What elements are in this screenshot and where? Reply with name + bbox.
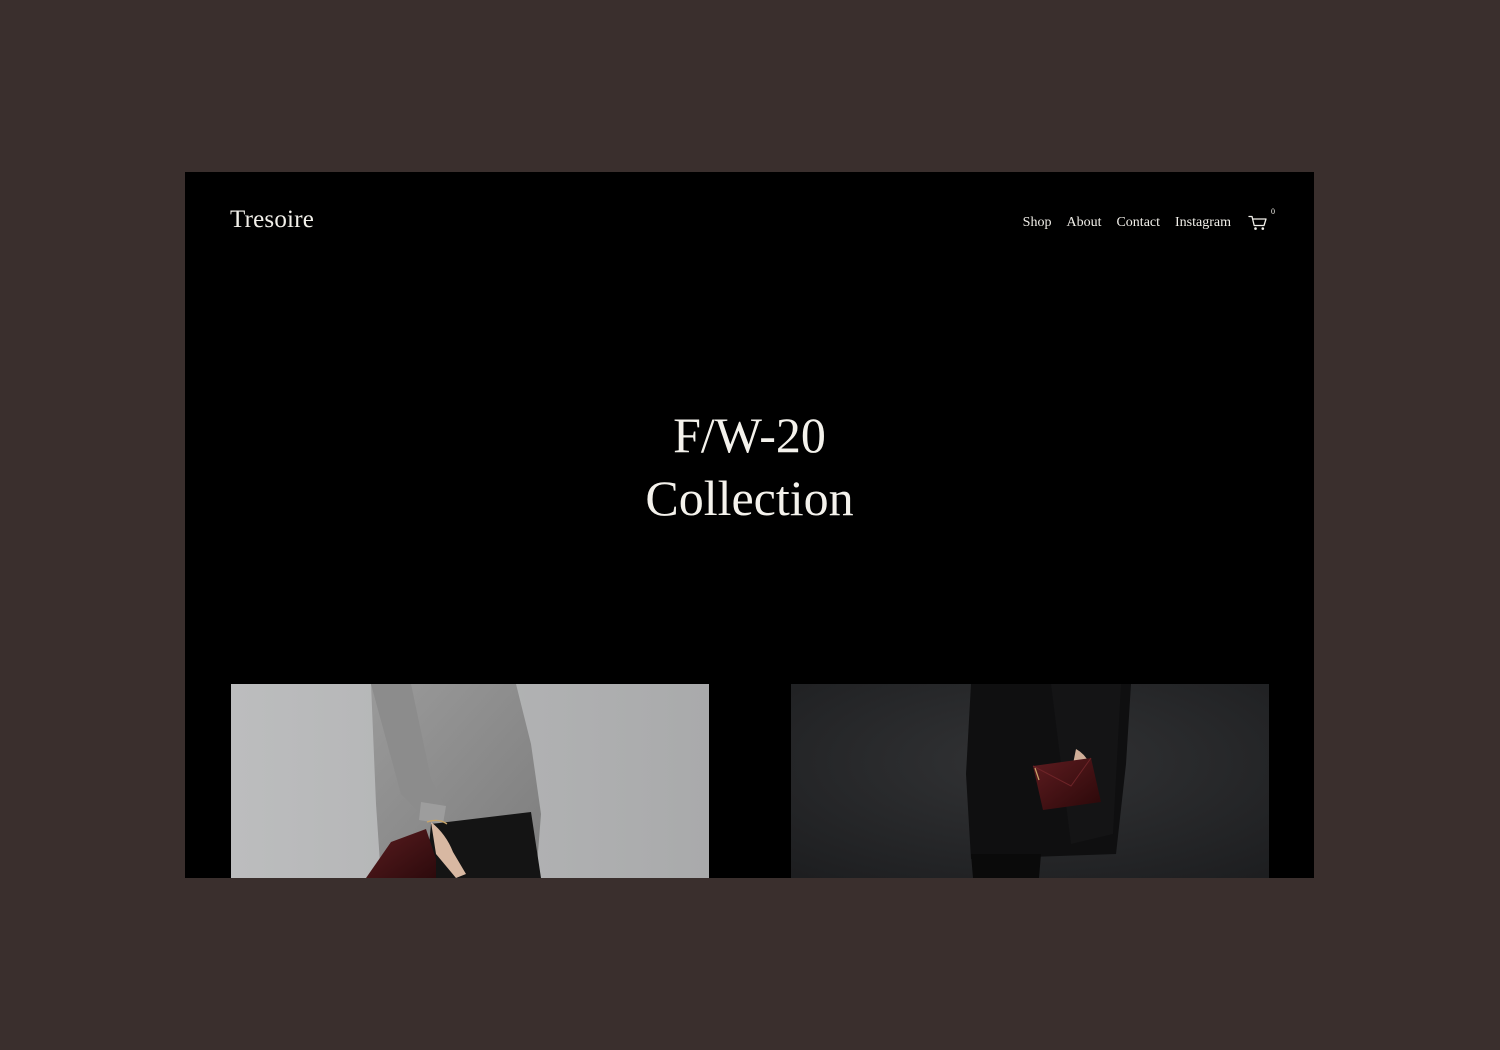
product-image-black-coat bbox=[791, 684, 1269, 878]
product-card-2[interactable] bbox=[791, 684, 1269, 878]
cart-button[interactable]: 0 bbox=[1248, 207, 1275, 232]
hero-title-line-1: F/W-20 bbox=[673, 407, 826, 463]
main-nav: Shop About Contact Instagram 0 bbox=[1023, 207, 1275, 232]
nav-about-link[interactable]: About bbox=[1066, 215, 1101, 231]
brand-logo[interactable]: Tresoire bbox=[230, 206, 314, 234]
nav-contact-link[interactable]: Contact bbox=[1116, 215, 1160, 231]
hero-title: F/W-20 Collection bbox=[185, 404, 1314, 530]
hero-title-line-2: Collection bbox=[645, 470, 854, 526]
website-frame: Tresoire Shop About Contact Instagram 0 … bbox=[185, 172, 1314, 878]
product-image-grey-sweater bbox=[231, 684, 709, 878]
cart-count-badge: 0 bbox=[1271, 207, 1275, 216]
cart-icon bbox=[1248, 215, 1267, 230]
nav-instagram-link[interactable]: Instagram bbox=[1175, 215, 1231, 231]
product-card-1[interactable] bbox=[231, 684, 709, 878]
nav-shop-link[interactable]: Shop bbox=[1023, 215, 1052, 231]
